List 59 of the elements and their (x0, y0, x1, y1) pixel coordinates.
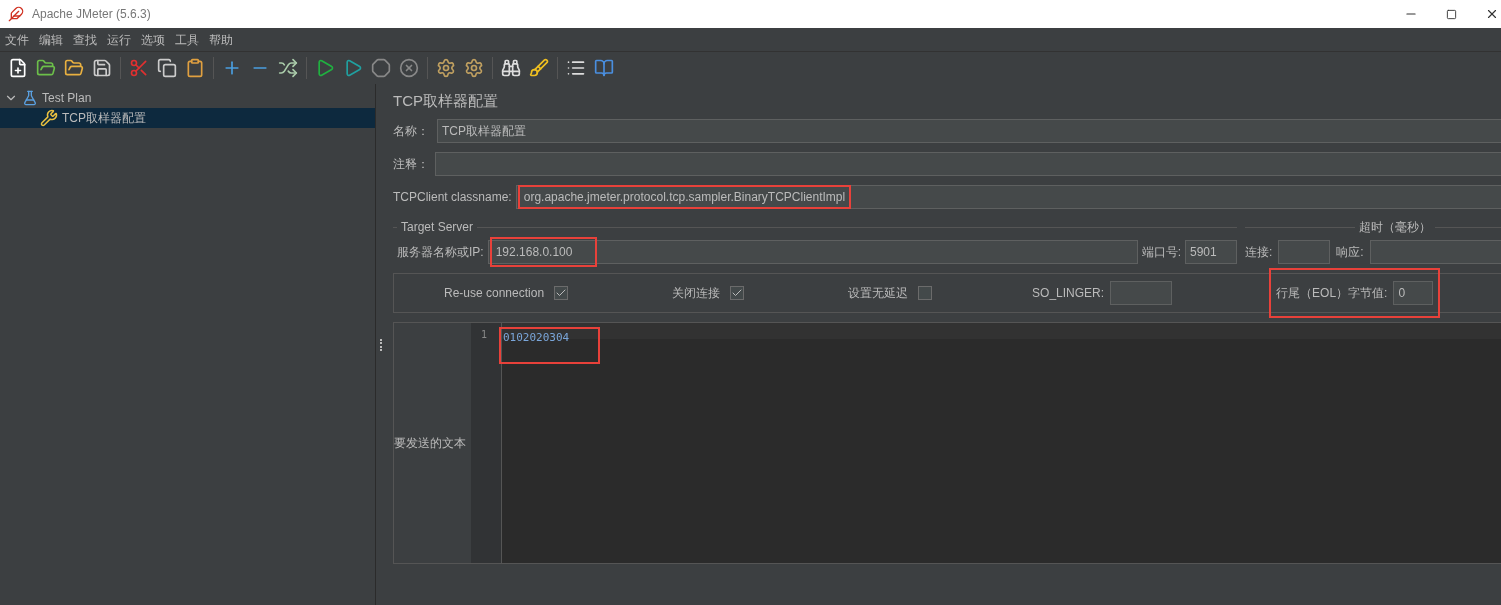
tree-item[interactable]: Test Plan (0, 88, 375, 108)
menu-item[interactable]: 帮助 (204, 30, 238, 49)
port-field[interactable]: 5901 (1185, 240, 1237, 264)
new-file-icon[interactable] (8, 58, 28, 78)
save-icon[interactable] (92, 58, 112, 78)
broom-icon[interactable] (529, 58, 549, 78)
group-legend: 超时（毫秒） (1359, 218, 1431, 236)
menu-item[interactable]: 选项 (136, 30, 170, 49)
checkbox[interactable] (918, 286, 933, 300)
help-icon[interactable] (594, 58, 614, 78)
app-icon (8, 6, 24, 22)
maximize-icon[interactable] (1446, 8, 1457, 20)
eol-field[interactable]: 0 (1393, 281, 1434, 305)
code-editor[interactable]: 0102020304 (502, 323, 1501, 563)
field-label: 连接: (1245, 244, 1273, 261)
server-value: 192.168.0.100 (492, 240, 595, 264)
connect-timeout-field[interactable] (1278, 240, 1331, 264)
start-icon[interactable] (315, 58, 335, 78)
menu-item[interactable]: 运行 (102, 30, 136, 49)
field-label: 响应: (1336, 244, 1364, 261)
menu-item[interactable]: 查找 (68, 30, 102, 49)
code-line: 0102020304 (502, 330, 598, 361)
tools-icon (40, 109, 58, 127)
classname-field[interactable]: org.apache.jmeter.protocol.tcp.sampler.BinaryTCPClientImpl (515, 185, 1501, 209)
group-legend: Target Server (401, 218, 474, 236)
window-title: Apache JMeter (5.6.3) (32, 6, 151, 23)
copy-icon[interactable] (157, 58, 177, 78)
option-label: 关闭连接 (672, 285, 721, 302)
open-folder-icon[interactable] (64, 58, 84, 78)
name-field[interactable]: TCP取样器配置 (437, 119, 1501, 143)
search-icon[interactable] (501, 58, 521, 78)
server-field[interactable]: 192.168.0.100 (487, 240, 1138, 264)
field-label: 服务器名称或IP: (397, 244, 484, 261)
flask-icon (22, 90, 38, 106)
stop-icon[interactable] (371, 58, 391, 78)
panel-title: TCP取样器配置 (393, 92, 499, 110)
option-label: 设置无延迟 (848, 285, 909, 302)
menu-item[interactable]: 工具 (170, 30, 204, 49)
splitter-handle-icon[interactable] (379, 338, 382, 351)
classname-value: org.apache.jmeter.protocol.tcp.sampler.BinaryTCPClientImpl (520, 188, 849, 206)
text-area-label: 要发送的文本 (394, 435, 466, 452)
field-label: 端口号: (1141, 244, 1181, 261)
so-linger-field[interactable] (1110, 281, 1173, 305)
checkbox[interactable] (730, 286, 745, 300)
menu-item[interactable]: 编辑 (34, 30, 68, 49)
field-label: SO_LINGER: (1032, 285, 1105, 302)
checkbox[interactable] (554, 286, 569, 300)
menu-item[interactable]: 文件 (0, 30, 34, 49)
field-label: 行尾（EOL）字节值: (1276, 285, 1388, 302)
close-icon[interactable] (1485, 7, 1499, 21)
tree-item[interactable]: TCP取样器配置 (0, 108, 375, 128)
paste-icon[interactable] (185, 58, 205, 78)
field-label: 名称： (393, 123, 429, 140)
field-label: 注释： (393, 156, 429, 173)
field-label: TCPClient classname: (393, 189, 512, 206)
line-number: 1 (479, 328, 488, 341)
function-list-icon[interactable] (566, 58, 586, 78)
comment-field[interactable] (435, 152, 1501, 176)
option-label: Re-use connection (444, 285, 545, 302)
